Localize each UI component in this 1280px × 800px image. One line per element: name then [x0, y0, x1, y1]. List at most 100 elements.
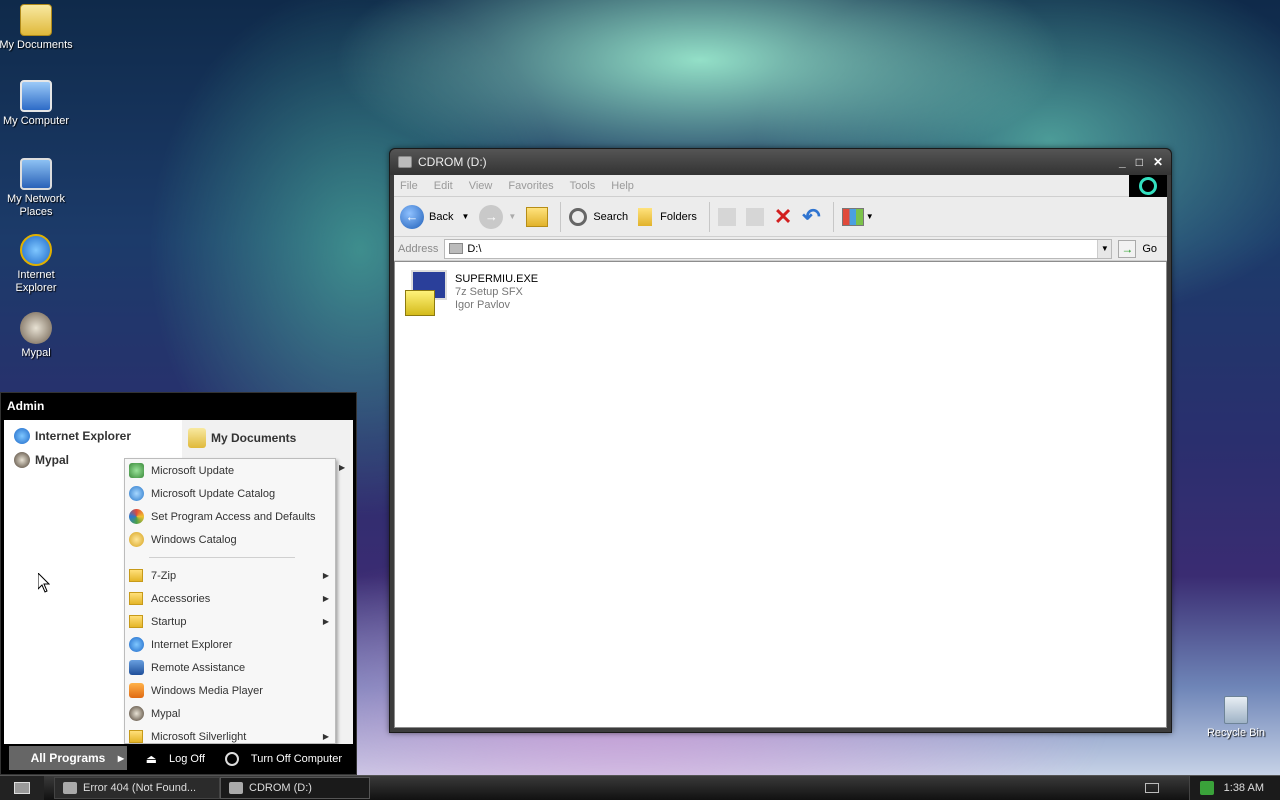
- window-title: CDROM (D:): [418, 155, 487, 169]
- undo-button[interactable]: ↶: [802, 204, 820, 230]
- menu-item-accessories[interactable]: Accessories ▶: [125, 587, 335, 610]
- menu-item-label: Microsoft Update: [151, 464, 235, 477]
- power-icon: [224, 752, 239, 766]
- menu-item-label: Accessories: [151, 592, 211, 605]
- desktop-icon-internet-explorer[interactable]: Internet Explorer: [0, 234, 74, 295]
- menu-help[interactable]: Help: [611, 180, 634, 192]
- menu-item-7-zip[interactable]: 7-Zip ▶: [125, 564, 335, 587]
- address-input[interactable]: D:\ ▼: [444, 238, 1113, 259]
- views-button[interactable]: ▼: [841, 207, 874, 226]
- internet-explorer-icon: [20, 234, 52, 266]
- cdrom-drive-icon: [398, 156, 412, 168]
- log-off-button[interactable]: ⏏ Log Off: [146, 752, 205, 766]
- internet-explorer-icon: [14, 428, 30, 444]
- chevron-right-icon: ▶: [322, 594, 329, 603]
- file-name: SUPERMIU.EXE: [455, 273, 539, 285]
- start-icon: [14, 782, 30, 794]
- media-player-icon: [129, 683, 144, 698]
- copy-to-button[interactable]: [745, 207, 764, 226]
- desktop-icon-my-network-places[interactable]: My Network Places: [0, 158, 74, 219]
- window-titlebar[interactable]: CDROM (D:) _ □ ✕: [390, 149, 1171, 175]
- menu-item-windows-catalog[interactable]: Windows Catalog: [125, 528, 335, 551]
- menu-favorites[interactable]: Favorites: [508, 180, 553, 192]
- log-off-icon: ⏏: [145, 752, 158, 766]
- menu-item-label: Mypal: [151, 707, 181, 720]
- menu-item-label: Remote Assistance: [151, 661, 246, 674]
- raccoon-icon: [63, 782, 77, 794]
- menu-tools[interactable]: Tools: [570, 180, 596, 192]
- explorer-window: CDROM (D:) _ □ ✕ File Edit View Favorite…: [389, 148, 1172, 733]
- toolbar: ← Back ▼ → ▼ Search Folders ✕ ↶ ▼: [394, 197, 1167, 237]
- folders-button[interactable]: Folders: [638, 207, 697, 226]
- folders-label: Folders: [660, 210, 697, 223]
- taskbar-item-browser[interactable]: Error 404 (Not Found...: [54, 777, 220, 799]
- menu-item-microsoft-update-catalog[interactable]: Microsoft Update Catalog: [125, 482, 335, 505]
- views-icon: [841, 207, 864, 226]
- microsoft-update-icon: [129, 463, 144, 478]
- desktop-icon-label: My Computer: [2, 115, 70, 127]
- menu-item-remote-assistance[interactable]: Remote Assistance: [125, 656, 335, 679]
- chevron-down-icon: ▼: [865, 212, 874, 221]
- keyboard-icon[interactable]: [1144, 783, 1159, 793]
- turn-off-button[interactable]: Turn Off Computer: [224, 752, 342, 766]
- clock[interactable]: 1:38 AM: [1224, 782, 1264, 794]
- file-item[interactable]: SUPERMIU.EXE 7z Setup SFX Igor Pavlov: [403, 270, 538, 316]
- menu-item-windows-media-player[interactable]: Windows Media Player: [125, 679, 335, 702]
- menu-item-microsoft-update[interactable]: Microsoft Update: [125, 459, 335, 482]
- menu-edit[interactable]: Edit: [434, 180, 453, 192]
- address-value: D:\: [467, 242, 482, 255]
- close-button[interactable]: ✕: [1153, 155, 1163, 169]
- back-arrow-icon: ←: [400, 204, 424, 229]
- toolbar-separator: [708, 201, 710, 232]
- file-view[interactable]: SUPERMIU.EXE 7z Setup SFX Igor Pavlov: [394, 261, 1167, 728]
- internet-explorer-icon: [129, 637, 144, 652]
- start-button[interactable]: [0, 776, 44, 800]
- desktop-icon-label: My Documents: [0, 39, 73, 51]
- menu-item-label: Internet Explorer: [151, 638, 233, 651]
- folder-icon: [129, 730, 143, 743]
- up-folder-button[interactable]: [526, 206, 549, 227]
- menu-item-label: Windows Media Player: [151, 684, 263, 697]
- menu-item-mypal[interactable]: Mypal: [125, 702, 335, 725]
- minimize-button[interactable]: _: [1119, 155, 1126, 169]
- menu-item-label: Set Program Access and Defaults: [151, 510, 316, 523]
- toolbar-separator: [832, 201, 834, 232]
- go-button[interactable]: → Go: [1118, 239, 1157, 258]
- delete-button[interactable]: ✕: [774, 204, 792, 230]
- folder-icon: [129, 615, 143, 628]
- maximize-button[interactable]: □: [1136, 155, 1143, 169]
- desktop-icon-my-documents[interactable]: My Documents: [0, 4, 74, 52]
- pinned-internet-explorer[interactable]: Internet Explorer: [4, 424, 182, 448]
- desktop-icon-mypal[interactable]: Mypal: [0, 312, 74, 360]
- taskbar-item-cdrom[interactable]: CDROM (D:): [220, 777, 370, 799]
- windows-catalog-icon: [129, 532, 144, 547]
- undo-icon: ↶: [802, 203, 821, 229]
- security-shield-icon[interactable]: [1199, 781, 1214, 795]
- folders-icon: [638, 207, 653, 226]
- back-button[interactable]: ← Back ▼: [400, 204, 469, 229]
- desktop-icon-label: Recycle Bin: [1206, 727, 1266, 739]
- folder-icon: [188, 428, 206, 448]
- address-label: Address: [398, 242, 439, 255]
- back-label: Back: [429, 210, 454, 223]
- forward-button[interactable]: → ▼: [479, 204, 516, 229]
- menu-item-set-program-access[interactable]: Set Program Access and Defaults: [125, 505, 335, 528]
- menu-item-internet-explorer[interactable]: Internet Explorer: [125, 633, 335, 656]
- right-item-label: My Documents: [211, 431, 297, 445]
- setup-installer-icon: [403, 270, 449, 316]
- menu-view[interactable]: View: [469, 180, 493, 192]
- catalog-globe-icon: [129, 486, 144, 501]
- turn-off-label: Turn Off Computer: [250, 753, 342, 765]
- move-to-button[interactable]: [717, 207, 736, 226]
- menu-item-startup[interactable]: Startup ▶: [125, 610, 335, 633]
- start-my-documents[interactable]: My Documents: [182, 424, 353, 452]
- desktop-icon-recycle-bin[interactable]: Recycle Bin: [1198, 696, 1274, 740]
- chevron-down-icon[interactable]: ▼: [461, 212, 469, 221]
- search-button[interactable]: Search: [569, 207, 628, 226]
- raccoon-icon: [14, 452, 30, 468]
- desktop-icon-my-computer[interactable]: My Computer: [0, 80, 74, 128]
- chevron-down-icon[interactable]: ▼: [1097, 239, 1112, 258]
- menu-item-microsoft-silverlight[interactable]: Microsoft Silverlight ▶: [125, 725, 335, 748]
- raccoon-icon: [129, 706, 144, 721]
- menu-file[interactable]: File: [400, 180, 418, 192]
